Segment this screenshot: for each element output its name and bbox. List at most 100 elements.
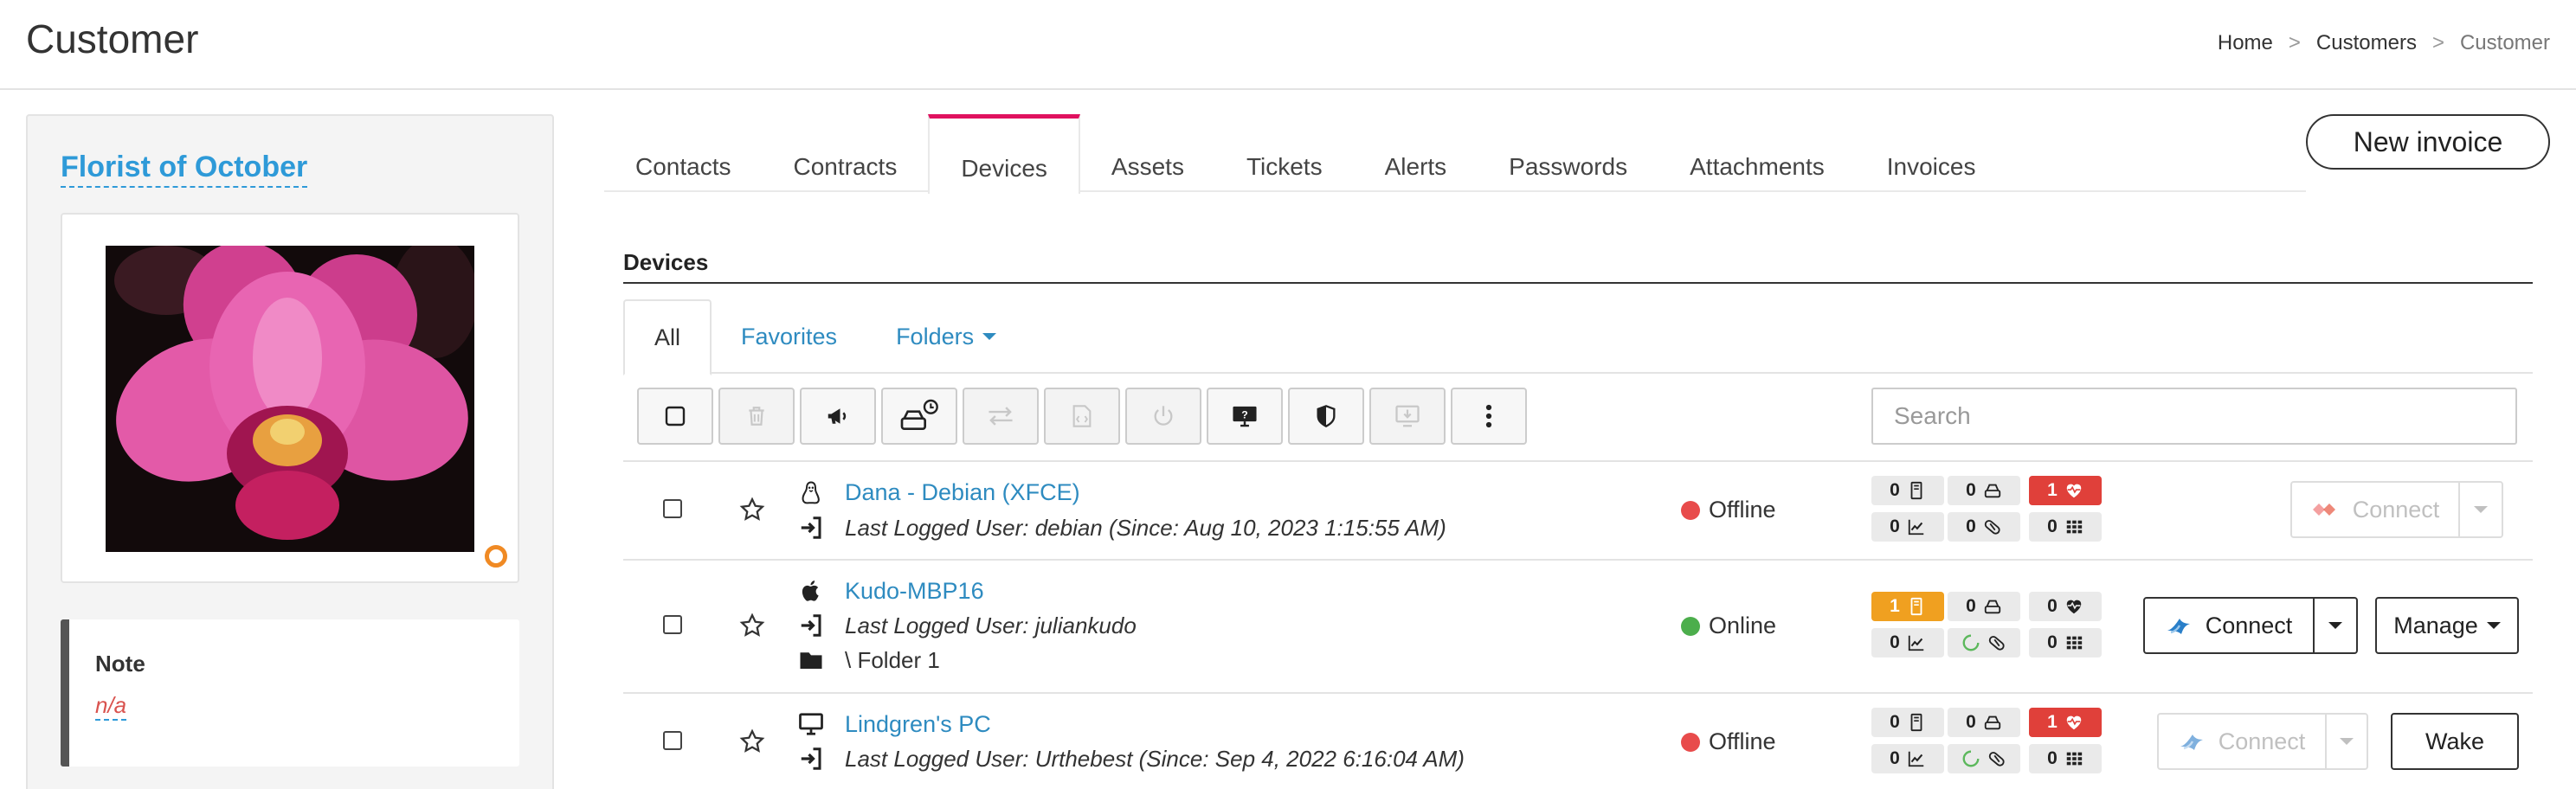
patch-badge[interactable]: 0 <box>1871 476 1944 505</box>
badge-count: 1 <box>1890 596 1900 616</box>
connect-button[interactable]: Connect <box>2143 597 2358 654</box>
drive-badge[interactable]: 0 <box>1948 476 2020 505</box>
server-icon <box>1910 713 1922 732</box>
connect-dropdown-toggle[interactable] <box>2325 715 2367 768</box>
badge-count: 0 <box>1890 712 1900 732</box>
health-badge[interactable]: 1 <box>2029 476 2102 505</box>
tab-invoices[interactable]: Invoices <box>1856 114 2007 192</box>
customer-name[interactable]: Florist of October <box>61 151 308 188</box>
note-value[interactable]: n/a <box>95 692 127 721</box>
connect-button[interactable]: Connect <box>2157 713 2368 770</box>
run-script-button[interactable] <box>1044 388 1120 445</box>
row-divider <box>623 559 2533 561</box>
grid-icon <box>2066 636 2083 650</box>
row-checkbox[interactable] <box>663 615 682 634</box>
badge-count: 0 <box>1966 516 1976 536</box>
remote-support-button[interactable]: ? <box>1207 388 1283 445</box>
note-box: Note n/a <box>61 619 519 767</box>
more-vertical-icon <box>1485 404 1492 428</box>
apps-badge[interactable]: 0 <box>2029 512 2102 542</box>
linux-icon <box>802 481 820 504</box>
pill-icon <box>1988 752 2005 767</box>
delete-button[interactable] <box>718 388 795 445</box>
caret-down-icon <box>2328 622 2342 629</box>
subtab-folders[interactable]: Folders <box>866 299 1026 374</box>
badge-count: 0 <box>1890 516 1900 536</box>
badge-count: 0 <box>1890 632 1900 652</box>
star-icon[interactable] <box>739 728 765 754</box>
health-badge[interactable]: 1 <box>2029 708 2102 737</box>
patch-badge[interactable]: 0 <box>1871 708 1944 737</box>
power-button[interactable] <box>1125 388 1201 445</box>
new-invoice-button[interactable]: New invoice <box>2306 114 2550 170</box>
antivirus-badge[interactable] <box>1948 744 2020 773</box>
health-badge[interactable]: 0 <box>2029 592 2102 621</box>
script-icon <box>1072 405 1092 427</box>
customer-photo[interactable] <box>106 246 474 552</box>
tab-contacts[interactable]: Contacts <box>604 114 763 192</box>
drive-badge[interactable]: 0 <box>1948 708 2020 737</box>
apps-badge[interactable]: 0 <box>2029 628 2102 658</box>
megaphone-icon <box>828 408 847 424</box>
performance-badge[interactable]: 0 <box>1871 628 1944 658</box>
connect-main[interactable]: Connect <box>2145 599 2313 652</box>
tab-tickets[interactable]: Tickets <box>1215 114 1354 192</box>
tab-devices[interactable]: Devices <box>928 114 1080 194</box>
devices-section-title: Devices <box>623 249 709 275</box>
device-name-link[interactable]: Lindgren's PC <box>845 711 991 738</box>
security-button[interactable] <box>1288 388 1364 445</box>
manage-button[interactable]: Manage <box>2375 597 2519 654</box>
splashtop-icon <box>2167 619 2190 634</box>
tab-alerts[interactable]: Alerts <box>1354 114 1478 192</box>
device-name-link[interactable]: Dana - Debian (XFCE) <box>845 479 1080 506</box>
performance-badge[interactable]: 0 <box>1871 512 1944 542</box>
antivirus-badge[interactable] <box>1948 628 2020 658</box>
customer-photo-box <box>61 213 519 583</box>
breadcrumb-home[interactable]: Home <box>2218 31 2273 55</box>
apps-badge[interactable]: 0 <box>2029 744 2102 773</box>
connect-dropdown-toggle[interactable] <box>2313 599 2356 652</box>
transfer-button[interactable] <box>963 388 1039 445</box>
device-search-input[interactable] <box>1871 388 2517 445</box>
performance-badge[interactable]: 0 <box>1871 744 1944 773</box>
antivirus-badge[interactable]: 0 <box>1948 512 2020 542</box>
drive-badge[interactable]: 0 <box>1948 592 2020 621</box>
tab-contracts[interactable]: Contracts <box>763 114 929 192</box>
connect-button[interactable]: Connect <box>2290 481 2503 538</box>
select-all-button[interactable] <box>637 388 713 445</box>
subtab-favorites[interactable]: Favorites <box>712 299 866 374</box>
star-icon[interactable] <box>739 613 765 638</box>
broadcast-button[interactable] <box>800 388 876 445</box>
badge-count: 0 <box>1890 480 1900 500</box>
subtab-all[interactable]: All <box>623 299 712 375</box>
tab-passwords[interactable]: Passwords <box>1478 114 1658 192</box>
star-icon[interactable] <box>739 497 765 523</box>
more-actions-button[interactable] <box>1451 388 1527 445</box>
install-button[interactable] <box>1369 388 1446 445</box>
status-label: Online <box>1709 613 1777 638</box>
scheduled-scan-button[interactable] <box>881 388 957 445</box>
heart-pulse-icon <box>2066 484 2082 498</box>
last-logged-user: Last Logged User: juliankudo <box>845 613 1137 638</box>
breadcrumb: Home > Customers > Customer <box>2218 31 2550 55</box>
device-name-link[interactable]: Kudo-MBP16 <box>845 578 984 605</box>
hard-drive-icon <box>1984 600 2001 614</box>
monitor-help-icon: ? <box>1233 406 1257 427</box>
manage-label: Manage <box>2393 612 2478 638</box>
tab-attachments[interactable]: Attachments <box>1658 114 1856 192</box>
row-checkbox[interactable] <box>663 499 682 518</box>
badge-count: 0 <box>1966 480 1976 500</box>
desktop-icon <box>799 713 823 735</box>
connect-dropdown-toggle[interactable] <box>2458 483 2502 536</box>
breadcrumb-customers[interactable]: Customers <box>2316 31 2417 55</box>
patch-badge[interactable]: 1 <box>1871 592 1944 621</box>
wake-button[interactable]: Wake <box>2391 713 2519 770</box>
connect-main[interactable]: Connect <box>2159 715 2325 768</box>
chart-line-icon <box>1908 635 1924 651</box>
device-folder: \ Folder 1 <box>845 647 940 673</box>
row-checkbox[interactable] <box>663 731 682 750</box>
tab-assets[interactable]: Assets <box>1080 114 1215 192</box>
breadcrumb-separator: > <box>2431 31 2444 55</box>
last-logged-user: Last Logged User: debian (Since: Aug 10,… <box>845 515 1446 541</box>
connect-main[interactable]: Connect <box>2292 483 2458 536</box>
